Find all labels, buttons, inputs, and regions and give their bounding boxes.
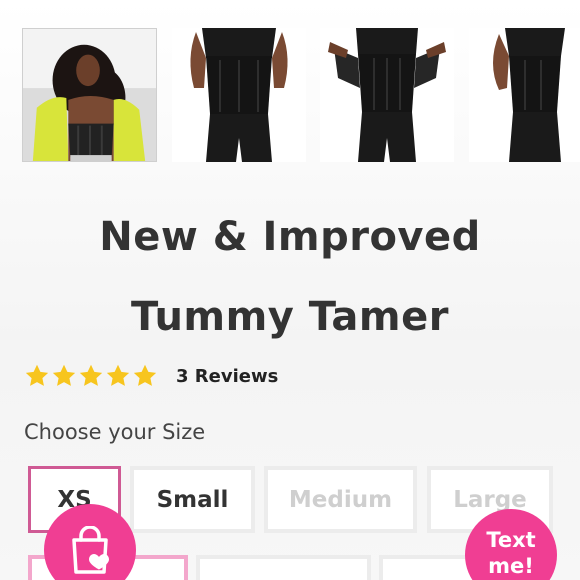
star-icon xyxy=(105,363,131,389)
waist-trainer-side-image xyxy=(469,28,580,162)
product-page: New & Improved Tummy Tamer 3 Reviews Cho… xyxy=(0,0,580,580)
waist-trainer-open-image xyxy=(320,28,454,162)
text-me-label: Text me! xyxy=(486,528,536,578)
size-option-row2-2[interactable] xyxy=(196,555,371,580)
product-rating: 3 Reviews xyxy=(24,362,278,390)
star-icon xyxy=(132,363,158,389)
gallery-thumbnail-3[interactable] xyxy=(320,28,454,162)
product-title-line-1: New & Improved xyxy=(99,214,481,260)
star-icon xyxy=(24,363,50,389)
reviews-link[interactable]: 3 Reviews xyxy=(176,366,278,387)
size-option-medium[interactable]: Medium xyxy=(264,466,417,533)
wishlist-bag-button[interactable] xyxy=(44,504,136,580)
size-option-small[interactable]: Small xyxy=(130,466,255,533)
waist-trainer-front-image xyxy=(172,28,306,162)
gallery-thumbnail-2[interactable] xyxy=(172,28,306,162)
star-icon xyxy=(51,363,77,389)
star-icon xyxy=(78,363,104,389)
size-selector-label: Choose your Size xyxy=(24,420,206,444)
product-title-line-2: Tummy Tamer xyxy=(131,294,449,340)
model-photo-image xyxy=(23,29,156,161)
gallery-thumbnail-1[interactable] xyxy=(22,28,157,162)
shopping-bag-heart-icon xyxy=(72,526,109,574)
gallery-thumbnail-4[interactable] xyxy=(469,28,580,162)
